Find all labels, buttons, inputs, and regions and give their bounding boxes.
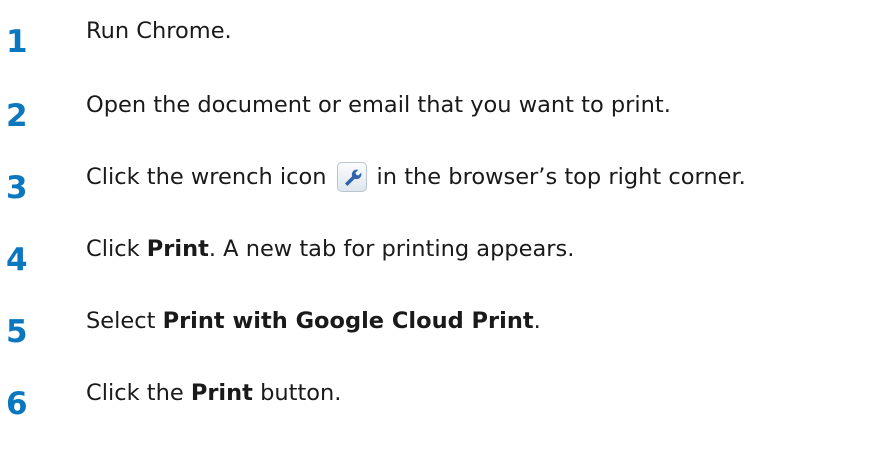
step-text-after: in the browser’s top right corner. [376, 164, 746, 190]
step-number: 6 [6, 386, 28, 422]
step-text: Open the document or email that you want… [86, 90, 671, 120]
step-5: 5 Select Print with Google Cloud Print. [0, 306, 881, 366]
step-text-before: Click the [86, 380, 191, 406]
step-2: 2 Open the document or email that you wa… [0, 90, 881, 150]
step-bold-term: Print [146, 236, 209, 262]
step-3: 3 Click the wrench icon in the browser’s … [0, 162, 881, 222]
step-number: 4 [6, 242, 28, 278]
step-bold-term: Print with Google Cloud Print [162, 308, 534, 334]
instruction-steps: 1 Run Chrome. 2 Open the document or ema… [0, 0, 881, 461]
step-text-before: Click [86, 236, 147, 262]
step-text: Click the wrench icon in the browser’s to… [86, 162, 746, 192]
step-1: 1 Run Chrome. [0, 16, 881, 76]
step-text: Click Print. A new tab for printing appe… [86, 234, 574, 264]
step-text-content: Run Chrome. [86, 18, 232, 44]
step-number: 5 [6, 314, 28, 350]
wrench-icon [336, 162, 367, 192]
step-number: 1 [6, 24, 28, 60]
step-bold-term: Print [190, 380, 253, 406]
step-text-after: . [533, 308, 541, 334]
step-4: 4 Click Print. A new tab for printing ap… [0, 234, 881, 294]
step-number: 3 [6, 170, 28, 206]
step-text-after: . A new tab for printing appears. [208, 236, 575, 262]
step-number: 2 [6, 98, 28, 134]
step-text-content: Open the document or email that you want… [86, 92, 671, 118]
step-text-before: Click the wrench icon [86, 164, 327, 190]
step-text: Run Chrome. [86, 16, 232, 46]
step-text-before: Select [86, 308, 163, 334]
step-6: 6 Click the Print button. [0, 378, 881, 438]
step-text: Select Print with Google Cloud Print. [86, 306, 541, 336]
step-text-after: button. [252, 380, 342, 406]
step-text: Click the Print button. [86, 378, 341, 408]
